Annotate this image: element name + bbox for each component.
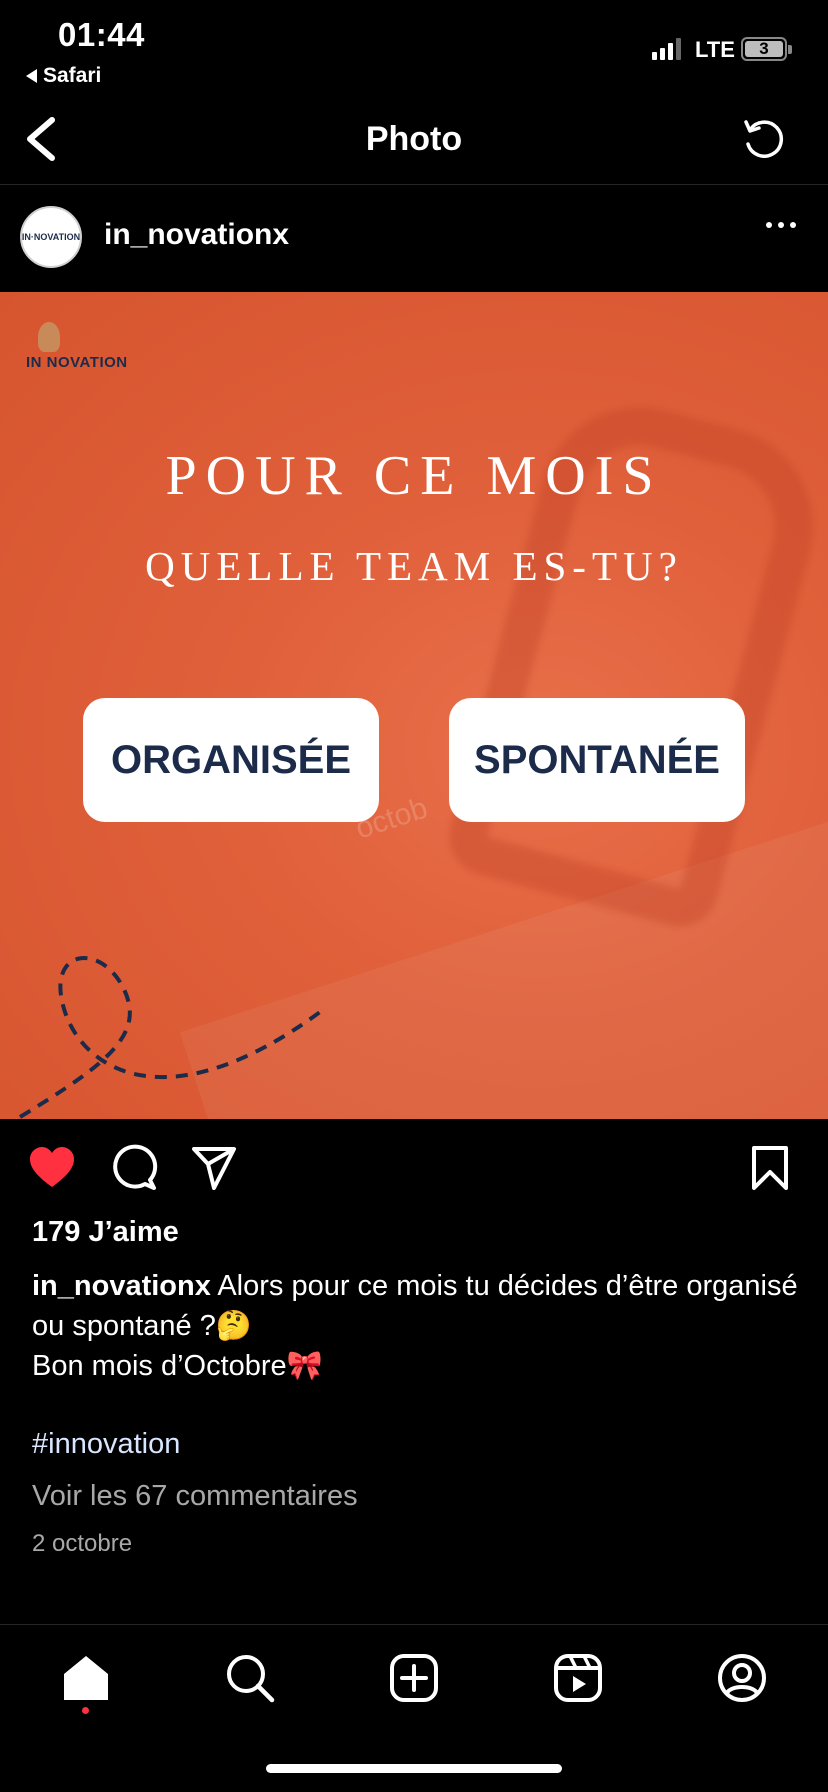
comment-icon[interactable] [110,1144,158,1192]
image-subheadline: QUELLE TEAM ES-TU? [145,543,683,589]
lightbulb-icon [38,322,60,352]
hashtag-link[interactable]: #innovation [32,1428,180,1461]
network-type: LTE [695,37,735,62]
post-date: 2 octobre [32,1530,133,1557]
refresh-icon[interactable] [740,116,788,164]
bookmark-icon[interactable] [746,1144,794,1192]
more-options-icon[interactable] [766,222,796,228]
brand-logo-text: IN NOVATION [26,354,128,371]
caption-line-2: Bon mois d’Octobre🎀 [32,1350,323,1382]
post-image[interactable]: octob IN NOVATION POUR CE MOIS QUELLE TE… [0,292,828,1119]
tabbar-divider [0,1624,828,1625]
paper-plane-icon[interactable] [190,1144,238,1192]
battery-nub [788,45,792,54]
heart-icon[interactable] [28,1144,76,1192]
page-title: Photo [365,120,463,158]
battery-icon: 3 [741,37,787,61]
home-notification-dot [82,1707,89,1714]
back-app-label: Safari [43,64,102,87]
profile-icon[interactable] [716,1652,768,1704]
divider [0,184,828,185]
avatar-logo-text: IN·NOVATION [21,232,81,242]
create-post-icon[interactable] [388,1652,440,1704]
caption-username[interactable]: in_novationx [32,1270,211,1302]
reels-icon[interactable] [552,1652,604,1704]
post-caption: in_novationx Alors pour ce mois tu décid… [32,1266,802,1386]
avatar[interactable]: IN·NOVATION [20,206,82,268]
home-icon[interactable] [60,1652,112,1704]
post-username[interactable]: in_novationx [104,218,289,252]
choice-spontanee: SPONTANÉE [449,698,745,822]
image-headline: POUR CE MOIS [165,445,663,507]
back-triangle-icon [26,69,37,83]
home-indicator[interactable] [266,1764,562,1773]
search-icon[interactable] [224,1652,276,1704]
status-time: 01:44 [58,16,145,53]
likes-count[interactable]: 179 J’aime [32,1216,179,1249]
back-to-app-button[interactable]: Safari [26,64,101,88]
battery-level: 3 [745,40,783,57]
back-chevron-icon[interactable] [22,116,62,162]
dashed-ribbon-decoration [18,956,322,1119]
brand-logo: IN NOVATION [26,322,128,371]
signal-strength-icon [652,38,681,60]
choice-organisee: ORGANISÉE [83,698,379,822]
view-comments-link[interactable]: Voir les 67 commentaires [32,1480,358,1513]
